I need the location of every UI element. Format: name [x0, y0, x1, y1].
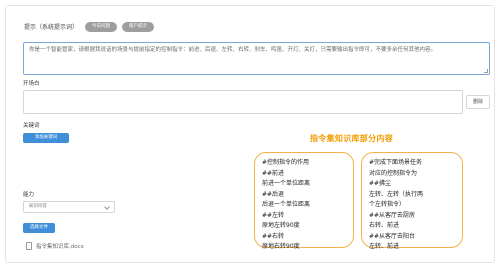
- kb-left-line: ##前进: [262, 169, 285, 177]
- kb-right-line: 右转、前进: [369, 222, 400, 229]
- kb-right-line: 对应的控制指令为: [369, 169, 418, 177]
- ability-select[interactable]: 知识问答: [23, 201, 115, 213]
- knowledge-box-right: #完成下面场景任务 对应的控制指令为 ##拂尘 左转、左转（执行两 个左转指令）…: [361, 152, 463, 250]
- kb-left-line: ##后退: [262, 190, 285, 198]
- add-keyword-button[interactable]: 添加关键词: [23, 133, 69, 143]
- kb-left-line: #控制指令的作用: [262, 159, 310, 166]
- kb-right-line: ##从客厅去厨房: [369, 211, 416, 219]
- file-name[interactable]: 指令集知识库.docx: [36, 242, 84, 250]
- system-prompt-textarea[interactable]: 你是一个智能管家，请根据我说话的场景与提前指定的控制指令：前进、后退、左转、右转…: [23, 42, 490, 75]
- keywords-label: 关键词: [23, 123, 40, 129]
- config-panel: 提示（系统提示词） 今日问题 帮户提示 你是一个智能管家，请根据我说话的场景与提…: [5, 5, 495, 263]
- pill-button-2[interactable]: 帮户提示: [122, 22, 154, 32]
- kb-right-line: 个左转指令）: [369, 201, 406, 208]
- kb-right-line: ##拂尘: [369, 180, 392, 187]
- kb-left-line: 后退一个单位距离: [262, 201, 311, 208]
- system-prompt-text: 你是一个智能管家，请根据我说话的场景与提前指定的控制指令：前进、后退、左转、右转…: [29, 47, 437, 53]
- kb-left-line: 前进一个单位距离: [262, 180, 311, 187]
- kb-right-line: #完成下面场景任务: [369, 159, 423, 166]
- ability-select-value: 知识问答: [29, 204, 47, 209]
- kb-right-line: ##从客厅去阳台: [369, 232, 416, 240]
- kb-right-line: 左转、前进: [369, 243, 400, 250]
- resize-handle-icon[interactable]: [484, 69, 488, 73]
- kb-left-line: ##右转: [262, 232, 285, 240]
- pill-button-1[interactable]: 今日问题: [85, 22, 117, 32]
- kb-left-line: 原地右转90度: [262, 243, 300, 250]
- kb-right-line: 左转、左转（执行两: [369, 190, 424, 198]
- select-file-button[interactable]: 选择文件: [23, 223, 55, 233]
- prompt-label: 提示（系统提示词）: [24, 24, 79, 31]
- delete-button[interactable]: 删除: [466, 95, 490, 109]
- ability-label: 能力: [23, 192, 35, 198]
- chevron-down-icon: [104, 204, 110, 210]
- kb-left-line: 原地左转90度: [262, 222, 300, 229]
- kb-left-line: ##左转: [262, 211, 285, 219]
- knowledge-box-left: #控制指令的作用 ##前进 前进一个单位距离 ##后退 后退一个单位距离 ##左…: [254, 152, 354, 250]
- knowledge-title: 指令集知识库部分内容: [310, 134, 393, 143]
- opening-input[interactable]: [23, 90, 463, 114]
- document-icon: [26, 242, 32, 250]
- opening-label: 开场白: [23, 81, 40, 87]
